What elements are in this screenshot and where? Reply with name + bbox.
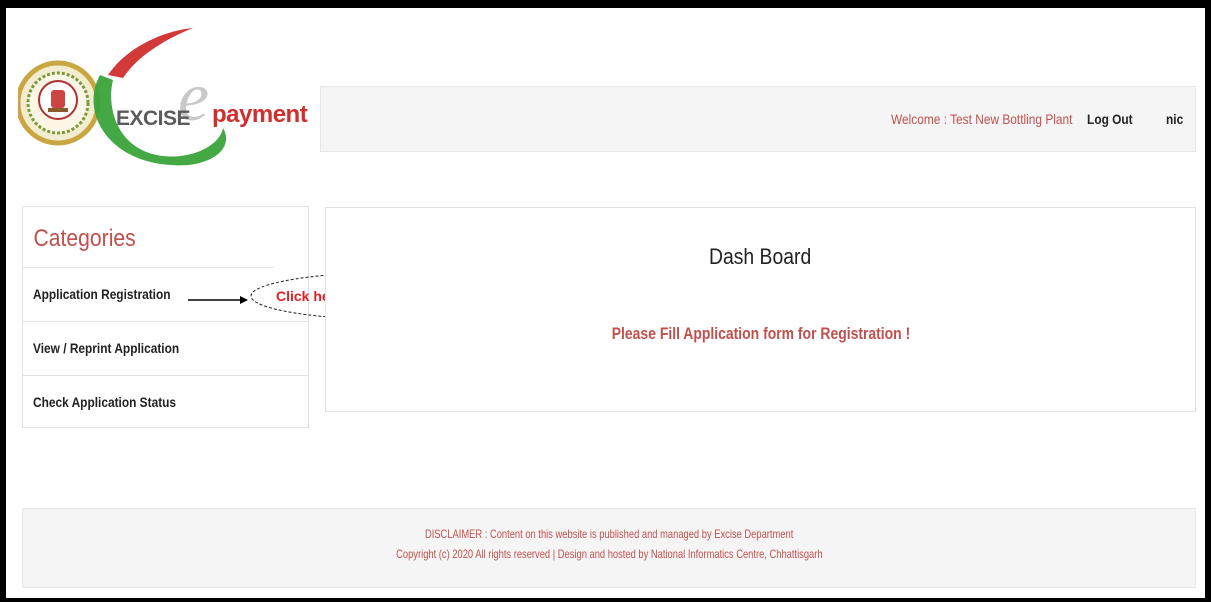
welcome-text: Welcome : Test New Bottling Plant <box>890 111 1072 127</box>
footer: DISCLAIMER : Content on this website is … <box>22 508 1196 588</box>
sidebar-item-label: View / Reprint Application <box>33 340 180 356</box>
sidebar-item-label: Check Application Status <box>33 394 177 410</box>
top-header-bar: Welcome : Test New Bottling Plant Log Ou… <box>320 86 1196 152</box>
dashboard-message: Please Fill Application form for Registr… <box>326 324 1195 344</box>
footer-copyright-text: Copyright (c) 2020 All rights reserved |… <box>395 547 823 561</box>
username-link[interactable]: nic <box>1166 111 1183 127</box>
categories-title: Categories <box>23 207 274 268</box>
dashboard-title: Dash Board <box>326 244 1195 270</box>
dashboard-title-text: Dash Board <box>709 244 812 269</box>
dashboard-message-text: Please Fill Application form for Registr… <box>611 324 910 343</box>
sidebar-item-view-reprint-application[interactable]: View / Reprint Application <box>23 322 308 376</box>
logo-graphic: e <box>15 28 227 166</box>
excise-epayment-logo[interactable]: e EXCISE payment <box>15 20 318 170</box>
footer-disclaimer: DISCLAIMER : Content on this website is … <box>23 527 1195 541</box>
sidebar-item-check-application-status[interactable]: Check Application Status <box>23 376 308 429</box>
logout-link[interactable]: Log Out <box>1087 111 1133 127</box>
footer-copyright: Copyright (c) 2020 All rights reserved |… <box>23 547 1195 561</box>
footer-disclaimer-text: DISCLAIMER : Content on this website is … <box>424 527 794 541</box>
dashboard-panel: Dash Board Please Fill Application form … <box>325 207 1196 412</box>
arrow-icon <box>188 296 248 304</box>
logo-excise-text: EXCISE <box>116 107 191 130</box>
logo-payment-text: payment <box>212 101 308 128</box>
sidebar-item-label: Application Registration <box>33 286 171 302</box>
